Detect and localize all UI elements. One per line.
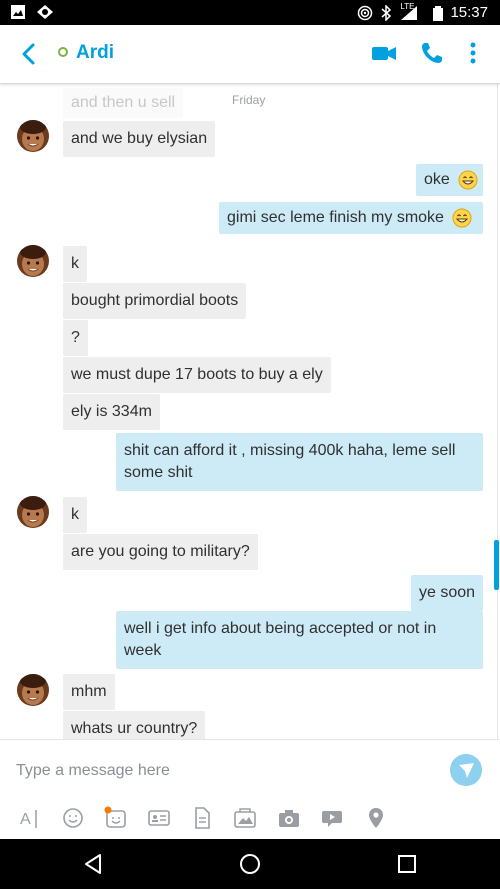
contact-name[interactable]: Ardi (76, 42, 114, 64)
contact-avatar[interactable] (17, 120, 49, 152)
composer-toolbar: A (0, 806, 500, 832)
status-bar: LTE 15:37 (0, 0, 500, 25)
nav-recents-icon[interactable] (395, 852, 419, 876)
nav-home-icon[interactable] (238, 852, 262, 876)
network-type: LTE (400, 2, 415, 11)
battery-icon (433, 5, 444, 21)
moji-icon[interactable] (104, 806, 128, 830)
message-bubble[interactable]: ely is 334m (63, 394, 160, 430)
message-bubble[interactable]: mhm (63, 674, 115, 710)
message-input[interactable] (16, 760, 436, 782)
message-bubble[interactable]: k (63, 497, 87, 533)
message-bubble[interactable]: oke (416, 164, 483, 196)
contact-avatar[interactable] (17, 496, 49, 528)
hotspot-icon (358, 5, 373, 20)
message-bubble[interactable]: gimi sec leme finish my smoke (219, 202, 483, 234)
message-text: gimi sec leme finish my smoke (227, 209, 444, 226)
text-format-icon[interactable]: A (18, 806, 42, 830)
grin-emoji-icon (458, 170, 478, 190)
grin-emoji-icon (452, 208, 472, 228)
video-call-icon[interactable] (370, 39, 398, 67)
nav-back-icon[interactable] (82, 852, 106, 876)
day-separator: Friday (232, 93, 266, 107)
message-bubble[interactable]: k (63, 246, 87, 282)
back-arrow-icon[interactable] (16, 41, 42, 67)
message-bubble[interactable]: well i get info about being accepted or … (116, 611, 483, 669)
contact-card-icon[interactable] (147, 806, 171, 830)
scrollbar-thumb[interactable] (494, 540, 499, 590)
audio-call-icon[interactable] (418, 39, 446, 67)
camera-icon[interactable] (277, 806, 301, 830)
send-icon[interactable] (450, 754, 482, 786)
bluetooth-icon (381, 4, 392, 21)
message-bubble[interactable]: and we buy elysian (63, 121, 216, 157)
gallery-notification-icon (11, 5, 25, 19)
message-bubble[interactable]: ? (63, 320, 88, 356)
video-message-icon[interactable] (320, 806, 344, 830)
scroll-track (497, 84, 498, 739)
system-navigation-bar (0, 839, 500, 889)
presence-status-icon (58, 47, 68, 57)
message-bubble[interactable]: and then u sell (63, 88, 184, 118)
photo-gallery-icon[interactable] (233, 806, 257, 830)
message-text: oke (424, 171, 450, 188)
message-bubble[interactable]: ye soon (411, 575, 484, 611)
contact-avatar[interactable] (17, 674, 49, 706)
message-bubble[interactable]: whats ur country? (63, 711, 206, 739)
message-bubble[interactable]: bought primordial boots (63, 283, 247, 319)
message-composer: A (0, 739, 500, 840)
message-list[interactable]: and then u sell Friday and we buy elysia… (0, 84, 500, 739)
message-bubble[interactable]: we must dupe 17 boots to buy a ely (63, 357, 331, 393)
chat-header: Ardi (0, 25, 500, 84)
file-icon[interactable] (190, 806, 214, 830)
more-options-icon[interactable] (459, 39, 487, 67)
location-icon[interactable] (364, 806, 388, 830)
message-bubble[interactable]: are you going to military? (63, 534, 258, 570)
clock: 15:37 (450, 4, 488, 21)
contact-avatar[interactable] (17, 245, 49, 277)
message-bubble[interactable]: shit can afford it , missing 400k haha, … (116, 433, 483, 491)
svg-text:A: A (20, 811, 31, 828)
emoticon-icon[interactable] (61, 806, 85, 830)
game-notification-icon (37, 5, 53, 19)
